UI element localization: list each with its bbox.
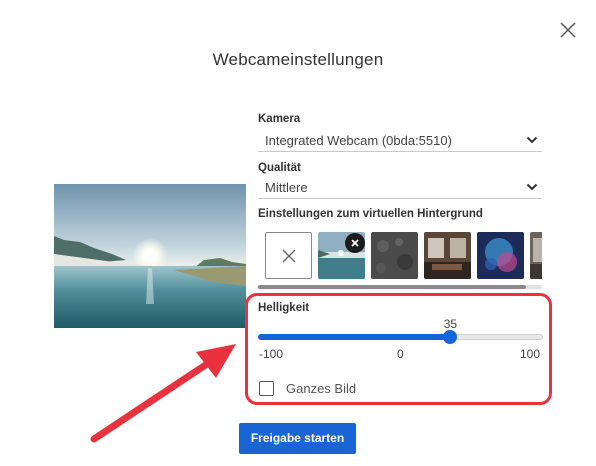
x-icon — [282, 249, 296, 263]
background-option-bokeh[interactable] — [477, 232, 524, 279]
close-button[interactable] — [557, 19, 579, 41]
webcam-preview — [54, 184, 246, 328]
quality-label: Qualität — [258, 162, 301, 174]
background-option-room-2[interactable] — [530, 232, 542, 279]
background-none-option[interactable] — [265, 232, 312, 279]
camera-select[interactable]: Integrated Webcam (0bda:5510) — [258, 130, 542, 152]
background-list-scrollbar-thumb[interactable] — [258, 285, 526, 289]
webcam-settings-dialog: Webcameinstellungen Kamera Integrated We… — [0, 0, 596, 466]
remove-background-button[interactable] — [345, 233, 365, 253]
background-option-gray-texture[interactable] — [371, 232, 418, 279]
close-icon — [560, 22, 576, 38]
close-icon — [351, 239, 359, 247]
background-option-room[interactable] — [424, 232, 471, 279]
chevron-down-icon — [526, 136, 538, 144]
camera-label: Kamera — [258, 113, 301, 125]
virtual-background-list — [265, 232, 542, 282]
quality-select[interactable]: Mittlere — [258, 177, 542, 199]
dialog-title: Webcameinstellungen — [212, 50, 384, 69]
quality-select-value: Mittlere — [265, 180, 308, 195]
chevron-down-icon — [526, 183, 538, 191]
virtual-background-label: Einstellungen zum virtuellen Hintergrund — [258, 208, 483, 220]
annotation-highlight-box — [245, 293, 552, 405]
start-sharing-button[interactable]: Freigabe starten — [239, 423, 356, 454]
camera-select-value: Integrated Webcam (0bda:5510) — [265, 133, 452, 148]
